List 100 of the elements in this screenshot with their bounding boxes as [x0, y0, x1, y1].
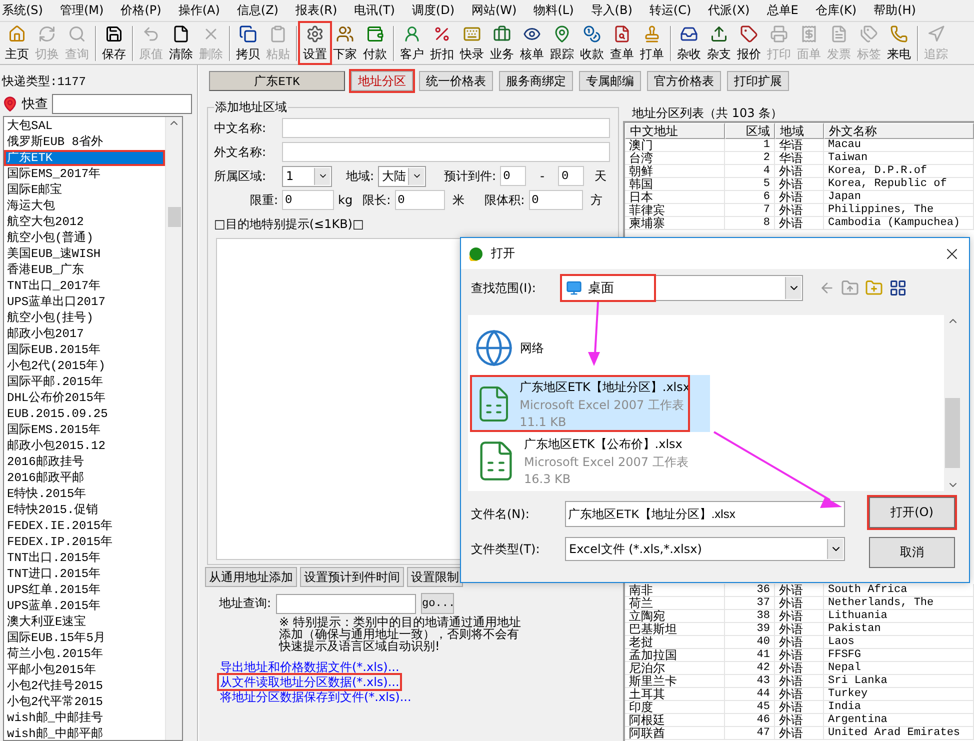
list-item[interactable]: TNT进口.2015年 — [4, 566, 165, 582]
toolbar-button[interactable]: 折扣 — [427, 23, 457, 63]
list-item[interactable]: 国际EUB.2015年 — [4, 342, 165, 358]
action-button[interactable]: 从通用地址添加 — [205, 567, 297, 587]
list-item[interactable]: 邮政小包2015.12 — [4, 438, 165, 454]
toolbar-button[interactable]: 拷贝 — [233, 23, 263, 63]
toolbar-button[interactable]: 清除 — [166, 23, 196, 63]
list-item[interactable]: 邮政小包2017 — [4, 326, 165, 342]
menu-item[interactable]: 管理(M) — [60, 2, 111, 19]
network-item[interactable]: 网络 — [470, 321, 710, 375]
weight-limit-field[interactable]: 0 — [282, 190, 334, 210]
column-header[interactable]: 中文地址 — [625, 123, 725, 139]
toolbar-button[interactable]: 跟踪 — [547, 23, 577, 63]
cancel-button[interactable]: 取消 — [869, 537, 955, 568]
toolbar-button[interactable]: 报价 — [734, 23, 764, 63]
list-item[interactable]: 小包2代挂号2015 — [4, 678, 165, 694]
file-link[interactable]: 导出地址和价格数据文件(*.xls)... — [219, 660, 400, 674]
list-item[interactable]: 国际E邮宝 — [4, 182, 165, 198]
list-item[interactable]: 香港EUB_广东 — [4, 262, 165, 278]
menu-item[interactable]: 电讯(T) — [354, 2, 402, 19]
file-link[interactable]: 从文件读取地址分区数据(*.xls)... — [219, 675, 400, 689]
toolbar-button[interactable]: 来电 — [884, 23, 914, 63]
toolbar-button[interactable]: 杂支 — [704, 23, 734, 63]
menu-item[interactable]: 操作(A) — [178, 2, 227, 19]
list-item[interactable]: 国际EMS.2015年 — [4, 422, 165, 438]
list-item[interactable]: 航空小包(挂号) — [4, 310, 165, 326]
list-item[interactable]: 澳大利亚E速宝 — [4, 614, 165, 630]
menu-item[interactable]: 网站(W) — [472, 2, 524, 19]
menu-item[interactable]: 信息(Z) — [236, 2, 286, 19]
menu-item[interactable]: 总单E — [766, 2, 806, 19]
list-item[interactable]: UPS蓝单.2015年 — [4, 598, 165, 614]
list-item[interactable]: 海运大包 — [4, 198, 165, 214]
list-item[interactable]: DHL公布价2015年 — [4, 390, 165, 406]
tab[interactable]: 官方价格表 — [647, 71, 721, 91]
toolbar-button[interactable]: 打单 — [637, 23, 667, 63]
area-dropdown[interactable]: 大陆 — [378, 166, 426, 186]
toolbar-button[interactable]: 快录 — [457, 23, 487, 63]
column-header[interactable]: 地域 — [775, 123, 824, 139]
list-item[interactable]: 荷兰小包.2015年 — [4, 646, 165, 662]
menu-item[interactable]: 报表(R) — [295, 2, 344, 19]
toolbar-button[interactable]: 杂收 — [674, 23, 704, 63]
back-icon[interactable] — [819, 280, 835, 296]
go-button[interactable]: go... — [421, 593, 454, 614]
scroll-thumb[interactable] — [945, 398, 960, 468]
menu-item[interactable]: 帮助(H) — [874, 2, 923, 19]
category-button[interactable]: 广东ETK — [209, 71, 345, 91]
chinese-name-field[interactable] — [282, 118, 610, 138]
list-item[interactable]: 小包2代平常2015 — [4, 694, 165, 710]
foreign-name-field[interactable] — [282, 142, 610, 162]
toolbar-button[interactable]: 下家 — [330, 23, 360, 63]
toolbar-button[interactable]: 保存 — [99, 23, 129, 63]
scrollbar[interactable] — [165, 117, 182, 740]
list-item[interactable]: 美国EUB_速WISH — [4, 246, 165, 262]
folder-up-icon[interactable] — [841, 279, 859, 297]
menu-item[interactable]: 调度(D) — [412, 2, 462, 19]
action-button[interactable]: 设置预计到件时间 — [300, 567, 404, 587]
menu-item[interactable]: 代派(X) — [708, 2, 757, 19]
look-in-dropdown[interactable]: 桌面 — [561, 275, 803, 301]
list-item[interactable]: 俄罗斯EUB 8省外 — [4, 134, 165, 150]
column-header[interactable]: 区域 — [725, 123, 775, 139]
menu-item[interactable]: 价格(P) — [120, 2, 168, 19]
list-item[interactable]: 国际平邮.2015年 — [4, 374, 165, 390]
list-item[interactable]: 航空小包(普通) — [4, 230, 165, 246]
toolbar-button[interactable]: 查单 — [607, 23, 637, 63]
list-item[interactable]: wish邮_中邮平邮 — [4, 726, 165, 740]
list-item[interactable]: 平邮小包2015年 — [4, 662, 165, 678]
tab[interactable]: 专属邮编 — [579, 71, 641, 91]
list-item[interactable]: FEDEX.IE.2015年 — [4, 518, 165, 534]
menu-item[interactable]: 物料(L) — [534, 2, 581, 19]
tab[interactable]: 统一价格表 — [419, 71, 493, 91]
length-limit-field[interactable]: 0 — [394, 190, 445, 210]
open-button[interactable]: 打开(O) — [869, 497, 955, 528]
list-item[interactable]: 大包SAL — [4, 118, 165, 134]
toolbar-button[interactable]: 主页 — [2, 23, 32, 63]
eta-from-field[interactable]: 0 — [500, 166, 526, 186]
list-item[interactable]: UPS红单.2015年 — [4, 582, 165, 598]
list-item[interactable]: E特快.2015年 — [4, 486, 165, 502]
list-item[interactable]: TNT出口.2015年 — [4, 550, 165, 566]
list-item[interactable]: 国际EUB.15年5月 — [4, 630, 165, 646]
menu-item[interactable]: 转运(C) — [649, 2, 698, 19]
toolbar-button[interactable]: 设置 — [300, 23, 330, 63]
toolbar-button[interactable]: 付款 — [360, 23, 390, 63]
tab[interactable]: 打印扩展 — [727, 71, 789, 91]
view-menu-icon[interactable] — [889, 279, 907, 297]
list-item[interactable]: EUB.2015.09.25 — [4, 406, 165, 422]
toolbar-button[interactable]: 核单 — [517, 23, 547, 63]
region-dropdown[interactable]: 1 — [282, 166, 332, 186]
list-item[interactable]: 航空大包2012 — [4, 214, 165, 230]
tab[interactable]: 地址分区 — [351, 71, 413, 91]
toolbar-button[interactable]: 业务 — [487, 23, 517, 63]
list-item[interactable]: wish邮_中邮挂号 — [4, 710, 165, 726]
file-name-field[interactable]: 广东地区ETK【地址分区】.xlsx — [565, 501, 845, 527]
menu-item[interactable]: 系统(S) — [2, 2, 50, 19]
address-query-field[interactable] — [276, 594, 416, 614]
toolbar-button[interactable]: 客户 — [397, 23, 427, 63]
volume-limit-field[interactable]: 0 — [528, 190, 583, 210]
toolbar-button[interactable]: 收款 — [577, 23, 607, 63]
list-item[interactable]: 2016邮政平邮 — [4, 470, 165, 486]
tab[interactable]: 服务商绑定 — [499, 71, 573, 91]
file-link[interactable]: 将地址分区数据保存到文件(*.xls)... — [219, 690, 412, 704]
